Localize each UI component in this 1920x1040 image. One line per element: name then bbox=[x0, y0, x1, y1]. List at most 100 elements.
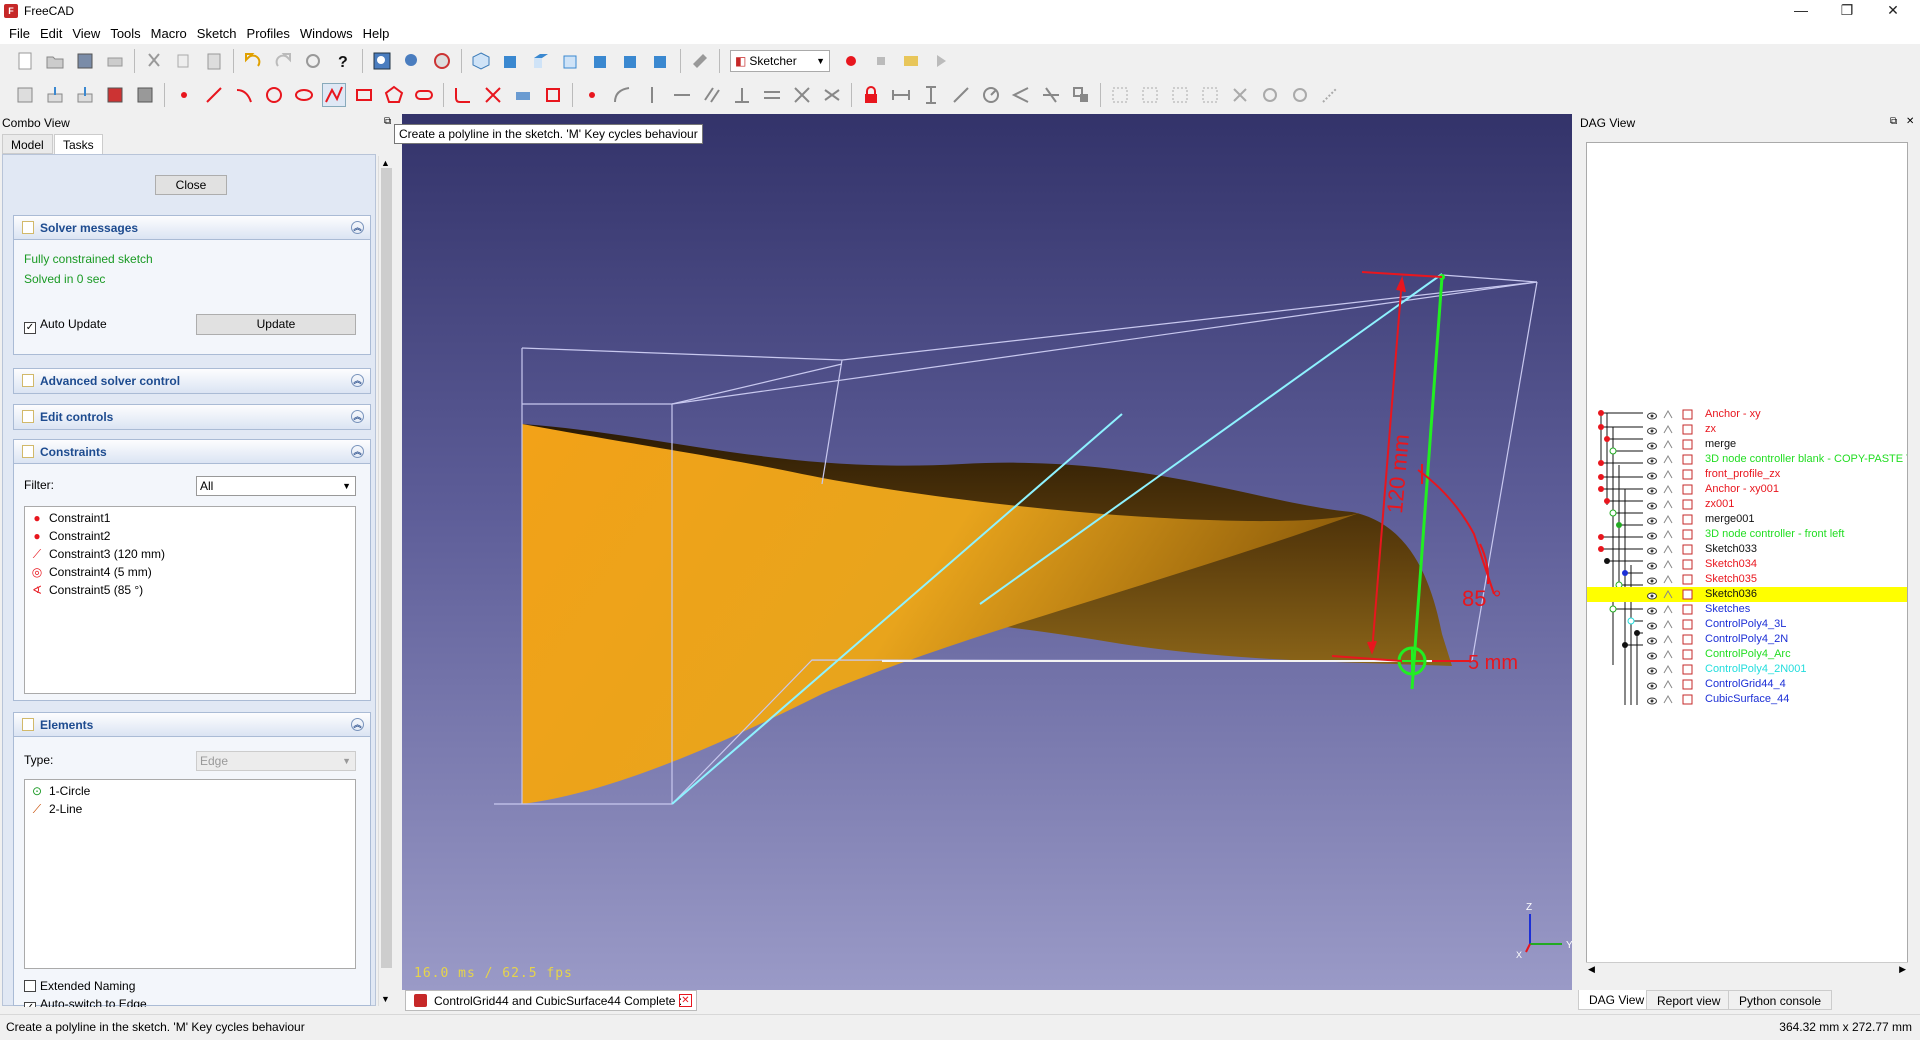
line-tool-icon[interactable] bbox=[202, 83, 226, 107]
visibility-eye-icon[interactable] bbox=[1647, 545, 1657, 555]
close-button[interactable]: Close bbox=[155, 175, 227, 195]
view-sketch-icon[interactable] bbox=[13, 83, 37, 107]
visibility-eye-icon[interactable] bbox=[1647, 635, 1657, 645]
dimension-angle-arc[interactable] bbox=[1417, 469, 1495, 595]
select-origin-icon[interactable] bbox=[1138, 83, 1162, 107]
dag-node[interactable]: zx bbox=[1587, 422, 1907, 437]
visibility-eye-icon[interactable] bbox=[1647, 410, 1657, 420]
dag-node[interactable]: Sketch033 bbox=[1587, 542, 1907, 557]
document-tab[interactable]: ControlGrid44 and CubicSurface44 Complet… bbox=[405, 990, 697, 1028]
maximize-button[interactable]: ❐ bbox=[1824, 0, 1870, 22]
constrain-horizontal-icon[interactable] bbox=[670, 83, 694, 107]
constrain-horizontal-distance-icon[interactable] bbox=[889, 83, 913, 107]
dag-node[interactable]: ControlPoly4_3L bbox=[1587, 617, 1907, 632]
undock-icon[interactable]: ⧉ bbox=[1890, 116, 1897, 127]
macro-edit-icon[interactable] bbox=[899, 49, 923, 73]
visibility-eye-icon[interactable] bbox=[1647, 560, 1657, 570]
copy-icon[interactable] bbox=[172, 49, 196, 73]
map-sketch-icon[interactable] bbox=[73, 83, 97, 107]
fit-all-icon[interactable] bbox=[370, 49, 394, 73]
dag-node[interactable]: Anchor - xy bbox=[1587, 407, 1907, 422]
menu-tools[interactable]: Tools bbox=[105, 26, 145, 41]
tab-report-view[interactable]: Report view bbox=[1646, 990, 1732, 1010]
dag-node[interactable]: ControlPoly4_2N bbox=[1587, 632, 1907, 647]
print-icon[interactable] bbox=[103, 49, 127, 73]
draw-style-icon[interactable] bbox=[430, 49, 454, 73]
select-redundant-icon[interactable] bbox=[1228, 83, 1252, 107]
extended-naming-checkbox[interactable]: Extended Naming bbox=[24, 979, 135, 993]
visibility-eye-icon[interactable] bbox=[1647, 470, 1657, 480]
constrain-equal-icon[interactable] bbox=[790, 83, 814, 107]
show-hide-internal-icon[interactable] bbox=[1288, 83, 1312, 107]
fit-selection-icon[interactable] bbox=[400, 49, 424, 73]
dag-node[interactable]: ControlPoly4_Arc bbox=[1587, 647, 1907, 662]
close-panel-icon[interactable]: ✕ bbox=[1906, 116, 1914, 127]
close-window-button[interactable]: ✕ bbox=[1870, 0, 1916, 22]
menu-help[interactable]: Help bbox=[358, 26, 395, 41]
visibility-eye-icon[interactable] bbox=[1647, 515, 1657, 525]
constrain-snells-law-icon[interactable] bbox=[1039, 83, 1063, 107]
dag-node[interactable]: front_profile_zx bbox=[1587, 467, 1907, 482]
dag-node[interactable]: ControlPoly4_2N001 bbox=[1587, 662, 1907, 677]
constrain-vertical-icon[interactable] bbox=[640, 83, 664, 107]
scroll-right-icon[interactable]: ▶ bbox=[1899, 964, 1906, 975]
menu-edit[interactable]: Edit bbox=[35, 26, 67, 41]
constraint-item[interactable]: ◎ Constraint4 (5 mm) bbox=[31, 563, 152, 581]
dag-node[interactable]: 3D node controller blank - COPY-PASTE TH… bbox=[1587, 452, 1907, 467]
scroll-thumb[interactable] bbox=[381, 168, 392, 968]
dimension-5-label[interactable]: 5 mm bbox=[1468, 652, 1518, 674]
symmetry-tool-icon[interactable] bbox=[1318, 83, 1342, 107]
element-item[interactable]: ⟋ 2-Line bbox=[31, 800, 83, 818]
visibility-eye-icon[interactable] bbox=[1647, 530, 1657, 540]
dimension-85-label[interactable]: 85 ° bbox=[1462, 586, 1501, 611]
edit-controls-header[interactable]: Edit controls ︽ bbox=[14, 405, 370, 429]
constraint-item[interactable]: ∢ Constraint5 (85 °) bbox=[31, 581, 143, 599]
macro-stop-icon[interactable] bbox=[869, 49, 893, 73]
select-constraints-icon[interactable] bbox=[1108, 83, 1132, 107]
visibility-eye-icon[interactable] bbox=[1647, 440, 1657, 450]
filter-select[interactable]: All ▼ bbox=[196, 476, 356, 496]
task-panel-scrollbar[interactable]: ▲ ▼ bbox=[378, 156, 394, 1006]
visibility-eye-icon[interactable] bbox=[1647, 605, 1657, 615]
update-button[interactable]: Update bbox=[196, 314, 356, 335]
carbon-copy-icon[interactable] bbox=[541, 83, 565, 107]
menu-macro[interactable]: Macro bbox=[146, 26, 192, 41]
measure-icon[interactable] bbox=[688, 49, 712, 73]
view-bottom-icon[interactable] bbox=[619, 49, 643, 73]
view-front-icon[interactable] bbox=[499, 49, 523, 73]
auto-switch-checkbox[interactable]: ✓Auto-switch to Edge bbox=[24, 997, 147, 1007]
constraint-item[interactable]: ● Constraint1 bbox=[31, 509, 110, 527]
leave-sketch-icon[interactable] bbox=[43, 83, 67, 107]
polygon-tool-icon[interactable] bbox=[382, 83, 406, 107]
whats-this-icon[interactable]: ? bbox=[331, 49, 355, 73]
close-tab-icon[interactable]: ✕ bbox=[679, 994, 692, 1007]
dimension-120-label[interactable]: 120 mm bbox=[1382, 433, 1414, 514]
cut-icon[interactable] bbox=[142, 49, 166, 73]
collapse-icon[interactable]: ︽ bbox=[351, 221, 364, 234]
scroll-up-icon[interactable]: ▲ bbox=[381, 158, 390, 168]
scene-canvas[interactable]: 120 mm 85 ° 5 mm Z Y X bbox=[402, 114, 1572, 990]
dag-node[interactable]: CubicSurface_44 bbox=[1587, 692, 1907, 707]
tab-dag-view[interactable]: DAG View bbox=[1578, 990, 1656, 1010]
constrain-perpendicular-icon[interactable] bbox=[730, 83, 754, 107]
workbench-selector[interactable]: ◧ Sketcher ▼ bbox=[730, 50, 830, 72]
visibility-eye-icon[interactable] bbox=[1647, 590, 1657, 600]
visibility-eye-icon[interactable] bbox=[1647, 485, 1657, 495]
fillet-tool-icon[interactable] bbox=[451, 83, 475, 107]
visibility-eye-icon[interactable] bbox=[1647, 680, 1657, 690]
constrain-radius-icon[interactable] bbox=[979, 83, 1003, 107]
dag-view-canvas[interactable]: Anchor - xy zx merge 3D node controller bla… bbox=[1586, 142, 1908, 976]
macro-run-icon[interactable] bbox=[929, 49, 953, 73]
menu-sketch[interactable]: Sketch bbox=[192, 26, 242, 41]
constraints-header[interactable]: Constraints ︽ bbox=[14, 440, 370, 464]
visibility-eye-icon[interactable] bbox=[1647, 650, 1657, 660]
dag-node[interactable]: Anchor - xy001 bbox=[1587, 482, 1907, 497]
view-left-icon[interactable] bbox=[649, 49, 673, 73]
scroll-down-icon[interactable]: ▼ bbox=[381, 994, 390, 1004]
advanced-solver-header[interactable]: Advanced solver control ︽ bbox=[14, 369, 370, 393]
visibility-eye-icon[interactable] bbox=[1647, 665, 1657, 675]
menu-view[interactable]: View bbox=[67, 26, 105, 41]
menu-windows[interactable]: Windows bbox=[295, 26, 358, 41]
dag-horizontal-scrollbar[interactable]: ◀ ▶ bbox=[1586, 962, 1908, 976]
menu-profiles[interactable]: Profiles bbox=[242, 26, 295, 41]
